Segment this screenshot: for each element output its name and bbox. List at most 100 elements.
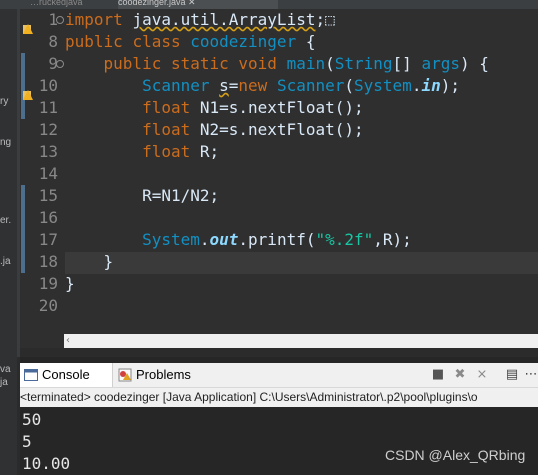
- code-token: ⬚: [325, 10, 335, 29]
- code-token: coodezinger: [190, 32, 306, 51]
- code-token: void: [238, 54, 287, 73]
- code-token: .printf(: [238, 230, 316, 249]
- fold-toggle-icon[interactable]: [56, 16, 64, 24]
- code-token: import: [65, 10, 133, 29]
- code-token: []: [392, 54, 422, 73]
- tab-console[interactable]: Console: [20, 363, 113, 387]
- code-token: ,R);: [373, 230, 412, 249]
- line-number: 8: [48, 32, 58, 51]
- code-token: {: [305, 32, 316, 51]
- code-token: System: [354, 76, 412, 95]
- code-line[interactable]: R=N1/N2;: [65, 185, 219, 207]
- code-token: =s.nextFloat();: [219, 120, 364, 139]
- line-number: 13: [38, 142, 58, 161]
- code-token: N2: [199, 120, 220, 139]
- code-token: Scanner: [276, 76, 345, 95]
- code-token: (: [325, 54, 335, 73]
- line-number: 15: [38, 186, 58, 205]
- code-token: s: [219, 76, 229, 95]
- tree-fragment[interactable]: er.: [0, 215, 11, 226]
- line-number: 1: [48, 10, 58, 29]
- console-output-line: 10.00: [22, 454, 71, 473]
- package-explorer-sliver: ry ng er. .ja va ja: [0, 9, 17, 475]
- tree-fragment[interactable]: ja: [0, 377, 8, 388]
- code-lines[interactable]: import java.util.ArrayList;⬚ public class…: [65, 9, 538, 331]
- line-number: 19: [38, 274, 58, 293]
- console-tab-bar: Console Problems ■ ✖ ⨯ ▤ ⋯: [20, 363, 538, 387]
- code-token: }: [65, 274, 75, 293]
- horizontal-scrollbar[interactable]: ‹: [64, 334, 538, 348]
- code-line[interactable]: public static void main(String[] args) {: [65, 53, 489, 75]
- line-number: 18: [38, 252, 58, 271]
- remove-launch-icon[interactable]: ✖: [452, 367, 468, 383]
- code-token: (: [344, 76, 355, 95]
- code-token: =s.nextFloat();: [219, 98, 364, 117]
- tree-fragment[interactable]: ng: [0, 137, 11, 148]
- code-token: float: [65, 142, 200, 161]
- code-line[interactable]: }: [65, 251, 114, 273]
- line-number: 17: [38, 230, 58, 249]
- code-line[interactable]: }: [65, 273, 75, 295]
- line-number: 16: [38, 208, 58, 227]
- code-token: R;: [199, 142, 220, 161]
- code-line[interactable]: float N2=s.nextFloat();: [65, 119, 364, 141]
- code-token: out: [209, 230, 239, 249]
- code-token: java.util.ArrayList: [132, 10, 316, 29]
- tree-fragment[interactable]: .ja: [0, 256, 11, 267]
- code-token: {: [479, 54, 489, 73]
- line-number: 20: [38, 296, 58, 315]
- console-status: <terminated> coodezinger [Java Applicati…: [20, 387, 538, 407]
- tab-console-label: Console: [42, 367, 90, 382]
- terminate-icon[interactable]: ■: [430, 367, 446, 383]
- tab-other-file[interactable]: …ruckedjava: [30, 0, 110, 9]
- code-token: N1: [199, 98, 220, 117]
- tree-fragment[interactable]: va: [0, 364, 11, 375]
- code-token: Scanner: [65, 76, 220, 95]
- code-line[interactable]: float N1=s.nextFloat();: [65, 97, 364, 119]
- code-token: .: [199, 230, 210, 249]
- line-number: 9: [48, 54, 58, 73]
- watermark: CSDN @Alex_QRbing: [385, 447, 526, 463]
- code-token: System: [65, 230, 200, 249]
- console-view: Console Problems ■ ✖ ⨯ ▤ ⋯ <terminated> …: [20, 357, 538, 475]
- code-token: public: [65, 54, 171, 73]
- fold-toggle-icon[interactable]: [56, 60, 64, 68]
- code-line[interactable]: System.out.printf("%.2f",R);: [65, 229, 412, 251]
- code-token: =: [228, 76, 239, 95]
- code-token: new: [238, 76, 277, 95]
- code-token: "%.2f": [315, 230, 374, 249]
- remove-all-icon[interactable]: ⨯: [474, 367, 490, 383]
- code-token: .: [411, 76, 422, 95]
- line-number: 12: [38, 120, 58, 139]
- tab-coodezinger[interactable]: coodezinger.java ✕: [118, 0, 278, 9]
- line-number: 10: [38, 76, 58, 95]
- view-menu-icon[interactable]: ⋯: [523, 367, 538, 383]
- code-token: static: [170, 54, 239, 73]
- scroll-left-icon[interactable]: ‹: [66, 335, 70, 346]
- tree-fragment[interactable]: ry: [0, 96, 8, 107]
- code-token: main: [286, 54, 326, 73]
- line-number-gutter: 1 8 9 10 11 12 13 14 15 16 17 18 19 20: [20, 9, 64, 348]
- code-token: float: [65, 98, 200, 117]
- problems-icon: [118, 368, 132, 382]
- tab-problems[interactable]: Problems: [116, 363, 216, 387]
- code-token: args: [421, 54, 460, 73]
- code-line[interactable]: public class coodezinger {: [65, 31, 315, 53]
- pin-console-icon[interactable]: ▤: [504, 367, 520, 383]
- code-token: R=N1/N2;: [65, 186, 220, 205]
- editor-tab-strip: …ruckedjava coodezinger.java ✕: [0, 0, 538, 9]
- code-token: in: [421, 76, 441, 95]
- code-line[interactable]: import java.util.ArrayList;⬚: [65, 9, 335, 31]
- code-editor[interactable]: 1 8 9 10 11 12 13 14 15 16 17 18 19 20 import java.ut…: [20, 9, 538, 348]
- code-line[interactable]: float R;: [65, 141, 219, 163]
- code-token: );: [440, 76, 460, 95]
- code-token: ;: [315, 10, 326, 29]
- console-icon: [24, 369, 38, 381]
- code-token: float: [65, 120, 200, 139]
- code-token: String: [334, 54, 393, 73]
- code-token: }: [65, 252, 114, 271]
- code-token: ): [459, 54, 480, 73]
- code-token: class: [132, 32, 191, 51]
- code-line[interactable]: Scanner s=new Scanner(System.in);: [65, 75, 460, 97]
- console-output-line: 5: [22, 432, 32, 451]
